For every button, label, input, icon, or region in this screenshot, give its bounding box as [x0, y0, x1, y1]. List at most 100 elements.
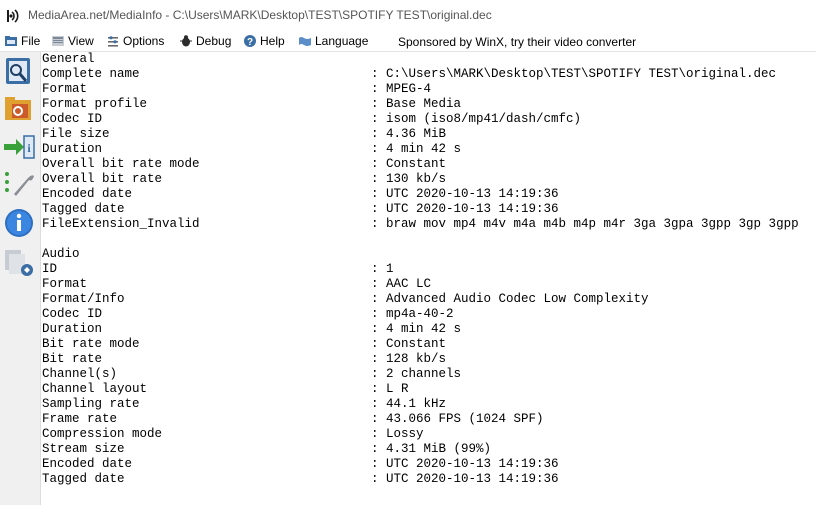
field-value: UTC 2020-10-13 14:19:36 [386, 457, 559, 471]
field-name: Channel(s) [42, 367, 118, 381]
field-separator: : [371, 292, 379, 306]
field-separator: : [371, 337, 379, 351]
menu-language[interactable]: Language [298, 33, 368, 49]
open-file-icon[interactable] [2, 54, 36, 88]
field-separator: : [371, 187, 379, 201]
field-separator: : [371, 142, 379, 156]
field-value: UTC 2020-10-13 14:19:36 [386, 187, 559, 201]
options-icon [108, 36, 118, 47]
menu-view-label: View [68, 34, 94, 48]
field-name: Complete name [42, 67, 140, 81]
field-value: AAC LC [386, 277, 432, 291]
field-value: L R [386, 382, 409, 396]
field-separator: : [371, 442, 379, 456]
field-separator: : [371, 412, 379, 426]
field-separator: : [371, 67, 379, 81]
field-value: 43.066 FPS (1024 SPF) [386, 412, 544, 426]
field-value: 128 kb/s [386, 352, 447, 366]
sponsor-link[interactable]: Sponsored by WinX, try their video conve… [398, 35, 636, 49]
field-name: Duration [42, 142, 103, 156]
field-value: mp4a-40-2 [386, 307, 454, 321]
field-separator: : [371, 172, 379, 186]
field-value: 1 [386, 262, 394, 276]
about-icon[interactable] [2, 206, 36, 240]
field-name: Channel layout [42, 382, 148, 396]
menu-options[interactable]: Options [106, 33, 164, 49]
field-value: C:\Users\MARK\Desktop\TEST\SPOTIFY TEST\… [386, 67, 777, 81]
window-title: MediaArea.net/MediaInfo - C:\Users\MARK\… [28, 8, 492, 22]
help-icon: ? [244, 35, 256, 48]
field-separator: : [371, 472, 379, 486]
field-separator: : [371, 127, 379, 141]
field-separator: : [371, 262, 379, 276]
language-icon [299, 37, 311, 46]
field-value: MPEG-4 [386, 82, 432, 96]
field-name: Tagged date [42, 202, 125, 216]
file-icon [5, 36, 17, 46]
field-value: UTC 2020-10-13 14:19:36 [386, 472, 559, 486]
menu-bar: File View Options Debug ? Help Language … [0, 31, 816, 52]
field-name: Overall bit rate mode [42, 157, 200, 171]
menu-view[interactable]: View [51, 33, 94, 49]
menu-language-label: Language [315, 34, 369, 48]
mediainfo-logo-icon [7, 9, 19, 23]
field-value: Lossy [386, 427, 424, 441]
menu-help[interactable]: ? Help [243, 33, 285, 49]
field-name: Format profile [42, 97, 148, 111]
view-options-icon[interactable] [2, 246, 36, 280]
field-value: braw mov mp4 m4v m4a m4b m4p m4r 3ga 3gp… [386, 217, 799, 231]
field-name: Format/Info [42, 292, 125, 306]
menu-debug[interactable]: Debug [179, 33, 231, 49]
view-icon [52, 36, 64, 46]
menu-help-label: Help [260, 34, 285, 48]
field-value: 2 channels [386, 367, 462, 381]
field-value: Base Media [386, 97, 462, 111]
toolbar: i [0, 52, 41, 505]
field-separator: : [371, 352, 379, 366]
field-name: Bit rate [42, 352, 103, 366]
field-separator: : [371, 217, 379, 231]
field-name: Sampling rate [42, 397, 140, 411]
svg-text:?: ? [247, 37, 253, 48]
open-folder-icon[interactable] [2, 92, 36, 126]
field-separator: : [371, 97, 379, 111]
field-value: 4.31 MiB (99%) [386, 442, 492, 456]
field-separator: : [371, 157, 379, 171]
field-name: Bit rate mode [42, 337, 140, 351]
menu-file[interactable]: File [4, 33, 40, 49]
field-separator: : [371, 202, 379, 216]
field-value: 44.1 kHz [386, 397, 447, 411]
menu-debug-label: Debug [196, 34, 232, 48]
field-separator: : [371, 427, 379, 441]
preferences-icon[interactable] [2, 168, 36, 202]
report-text-view[interactable]: General Complete name: C:\Users\MARK\Deskt… [42, 52, 816, 505]
field-name: Codec ID [42, 112, 103, 126]
field-name: Format [42, 82, 88, 96]
field-name: Overall bit rate [42, 172, 163, 186]
field-name: FileExtension_Invalid [42, 217, 200, 231]
field-separator: : [371, 307, 379, 321]
field-value: isom (iso8/mp41/dash/cmfc) [386, 112, 582, 126]
field-separator: : [371, 277, 379, 291]
field-separator: : [371, 367, 379, 381]
field-name: Tagged date [42, 472, 125, 486]
field-value: Advanced Audio Codec Low Complexity [386, 292, 649, 306]
field-name: File size [42, 127, 110, 141]
field-name: Format [42, 277, 88, 291]
field-value: 4.36 MiB [386, 127, 447, 141]
field-name: Frame rate [42, 412, 118, 426]
menu-file-label: File [21, 34, 41, 48]
field-value: UTC 2020-10-13 14:19:36 [386, 202, 559, 216]
field-name: ID [42, 262, 58, 276]
field-separator: : [371, 112, 379, 126]
field-value: 4 min 42 s [386, 322, 462, 336]
title-bar[interactable]: MediaArea.net/MediaInfo - C:\Users\MARK\… [0, 0, 816, 31]
field-value: Constant [386, 157, 447, 171]
export-icon[interactable]: i [2, 130, 36, 164]
field-separator: : [371, 382, 379, 396]
menu-options-label: Options [123, 34, 165, 48]
field-separator: : [371, 322, 379, 336]
field-name: Codec ID [42, 307, 103, 321]
field-name: Encoded date [42, 187, 133, 201]
field-separator: : [371, 82, 379, 96]
